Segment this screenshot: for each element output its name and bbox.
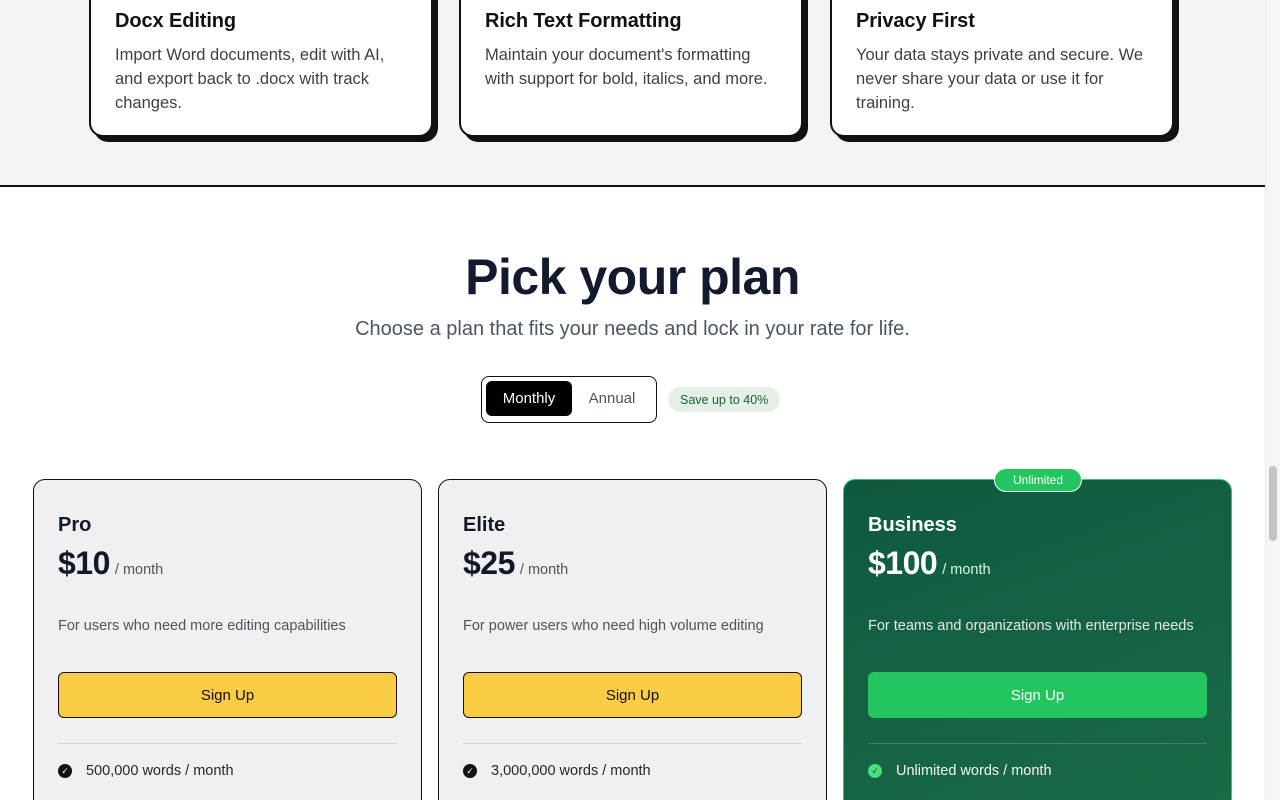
plan-feature-text: 500,000 words / month	[86, 763, 234, 779]
price-row: $25 / month	[463, 545, 802, 582]
feature-card-privacy: Privacy First Your data stays private an…	[830, 0, 1174, 137]
plan-description: For power users who need high volume edi…	[463, 618, 764, 634]
feature-description: Your data stays private and secure. We n…	[856, 46, 1144, 112]
sign-up-button-business[interactable]: Sign Up	[868, 672, 1207, 718]
plan-card-business: Business $100 / month For teams and orga…	[843, 479, 1232, 800]
monthly-toggle-button[interactable]: Monthly	[486, 381, 572, 416]
plan-card-pro: Pro $10 / month For users who need more …	[33, 479, 422, 800]
plan-card-elite: Elite $25 / month For power users who ne…	[438, 479, 827, 800]
sign-up-button-elite[interactable]: Sign Up	[463, 672, 802, 718]
plan-period: / month	[519, 562, 569, 578]
annual-toggle-button[interactable]: Annual	[572, 381, 652, 416]
features-section: Docx Editing Import Word documents, edit…	[0, 0, 1265, 187]
plan-price: $25	[463, 545, 515, 581]
feature-card-rich-text: Rich Text Formatting Maintain your docum…	[459, 0, 803, 137]
feature-description: Maintain your document's formatting with…	[485, 46, 768, 88]
feature-description: Import Word documents, edit with AI, and…	[115, 46, 385, 112]
check-circle-icon: ✓	[58, 764, 72, 778]
plan-price: $100	[868, 545, 938, 581]
plan-name: Elite	[463, 514, 506, 536]
plan-feature-text: 3,000,000 words / month	[491, 763, 651, 779]
scrollbar-thumb[interactable]	[1269, 466, 1277, 541]
plan-price: $10	[58, 545, 110, 581]
plan-period: / month	[114, 562, 164, 578]
feature-title: Privacy First	[856, 10, 975, 32]
unlimited-badge: Unlimited	[994, 468, 1082, 492]
check-circle-icon: ✓	[463, 764, 477, 778]
plan-feature-text: Unlimited words / month	[896, 763, 1052, 779]
billing-period-toggle: Monthly Annual	[481, 376, 657, 423]
plan-description: For users who need more editing capabili…	[58, 618, 346, 634]
pricing-subtitle: Choose a plan that fits your needs and l…	[355, 318, 910, 340]
plan-feature-item: ✓ Unlimited words / month	[868, 763, 1207, 779]
plan-period: / month	[942, 562, 991, 578]
plan-feature-item: ✓ 3,000,000 words / month	[463, 763, 802, 779]
feature-title: Rich Text Formatting	[485, 10, 682, 32]
feature-title: Docx Editing	[115, 10, 237, 32]
divider	[463, 743, 802, 744]
plan-description: For teams and organizations with enterpr…	[868, 618, 1194, 634]
pricing-title: Pick your plan	[465, 249, 800, 305]
divider	[868, 743, 1207, 744]
save-badge: Save up to 40%	[668, 387, 781, 412]
check-circle-icon: ✓	[868, 764, 882, 778]
feature-card-docx: Docx Editing Import Word documents, edit…	[89, 0, 433, 137]
plan-feature-item: ✓ 500,000 words / month	[58, 763, 397, 779]
plan-name: Pro	[58, 514, 92, 536]
price-row: $100 / month	[868, 545, 1207, 582]
plan-name: Business	[868, 514, 957, 536]
price-row: $10 / month	[58, 545, 397, 582]
divider	[58, 743, 397, 744]
page-scrollbar[interactable]	[1265, 0, 1280, 800]
sign-up-button-pro[interactable]: Sign Up	[58, 672, 397, 718]
